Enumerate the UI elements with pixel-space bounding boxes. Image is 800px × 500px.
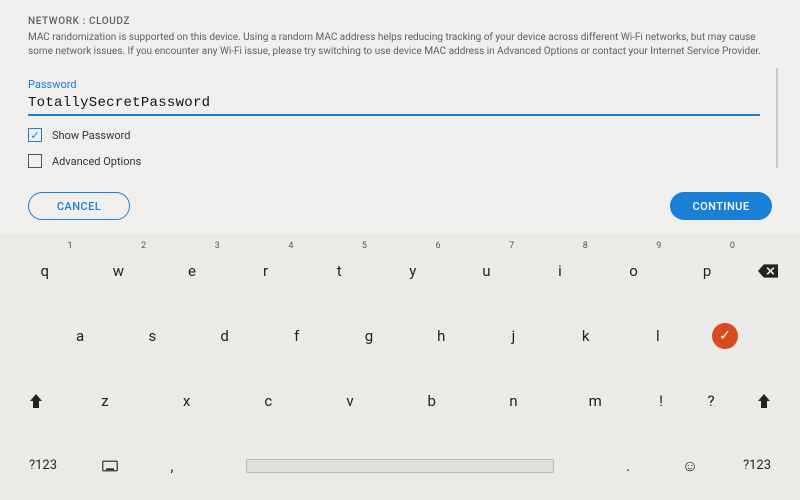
continue-button[interactable]: CONTINUE — [670, 192, 772, 220]
key-period[interactable]: . — [599, 434, 657, 497]
key-g[interactable]: g — [334, 304, 404, 367]
key-v[interactable]: v — [310, 369, 390, 432]
symbols-mode-key-left[interactable]: ?123 — [9, 434, 77, 497]
key-e[interactable]: 3e — [156, 239, 228, 302]
key-d[interactable]: d — [189, 304, 259, 367]
key-a[interactable]: a — [45, 304, 115, 367]
cancel-button[interactable]: CANCEL — [28, 192, 130, 220]
backspace-key[interactable] — [745, 239, 791, 302]
key-k[interactable]: k — [551, 304, 621, 367]
show-password-label: Show Password — [52, 129, 130, 142]
breadcrumb: NETWORK : CLOUDZ — [28, 16, 772, 27]
shift-key-right[interactable] — [737, 369, 791, 432]
key-b[interactable]: b — [392, 369, 472, 432]
key-r[interactable]: 4r — [230, 239, 302, 302]
breadcrumb-prefix: NETWORK — [28, 16, 80, 27]
key-u[interactable]: 7u — [451, 239, 523, 302]
key-question[interactable]: ? — [687, 369, 735, 432]
key-i[interactable]: 8i — [524, 239, 596, 302]
key-s[interactable]: s — [117, 304, 187, 367]
spacebar-key[interactable] — [203, 434, 597, 497]
show-password-checkbox[interactable]: ✓ — [28, 128, 42, 142]
breadcrumb-network-name: CLOUDZ — [89, 16, 130, 27]
key-n[interactable]: n — [474, 369, 554, 432]
key-f[interactable]: f — [262, 304, 332, 367]
advanced-options-checkbox[interactable]: ✓ — [28, 154, 42, 168]
key-t[interactable]: 5t — [303, 239, 375, 302]
emoji-key[interactable]: ☺ — [659, 434, 721, 497]
key-m[interactable]: m — [555, 369, 635, 432]
password-label: Password — [28, 78, 772, 91]
breadcrumb-sep: : — [83, 16, 86, 27]
key-p[interactable]: 0p — [671, 239, 743, 302]
advanced-options-label: Advanced Options — [52, 155, 141, 168]
key-o[interactable]: 9o — [598, 239, 670, 302]
key-y[interactable]: 6y — [377, 239, 449, 302]
key-w[interactable]: 2w — [83, 239, 155, 302]
scroll-indicator — [776, 68, 778, 168]
key-c[interactable]: c — [228, 369, 308, 432]
on-screen-keyboard: 1q2w3e4r5t6y7u8i9o0p asdfghjkl✓ zxcvbnm!… — [0, 234, 800, 500]
advanced-options-row[interactable]: ✓ Advanced Options — [28, 154, 772, 168]
key-z[interactable]: z — [65, 369, 145, 432]
key-comma[interactable]: , — [143, 434, 201, 497]
key-h[interactable]: h — [406, 304, 476, 367]
key-q[interactable]: 1q — [9, 239, 81, 302]
key-exclamation[interactable]: ! — [637, 369, 685, 432]
key-l[interactable]: l — [623, 304, 693, 367]
shift-key-left[interactable] — [9, 369, 63, 432]
enter-key[interactable]: ✓ — [695, 304, 755, 367]
language-key[interactable] — [79, 434, 141, 497]
symbols-mode-key-right[interactable]: ?123 — [723, 434, 791, 497]
key-j[interactable]: j — [478, 304, 548, 367]
mac-randomization-info: MAC randomization is supported on this d… — [28, 31, 768, 58]
show-password-row[interactable]: ✓ Show Password — [28, 128, 772, 142]
key-x[interactable]: x — [147, 369, 227, 432]
password-input[interactable] — [28, 92, 760, 116]
